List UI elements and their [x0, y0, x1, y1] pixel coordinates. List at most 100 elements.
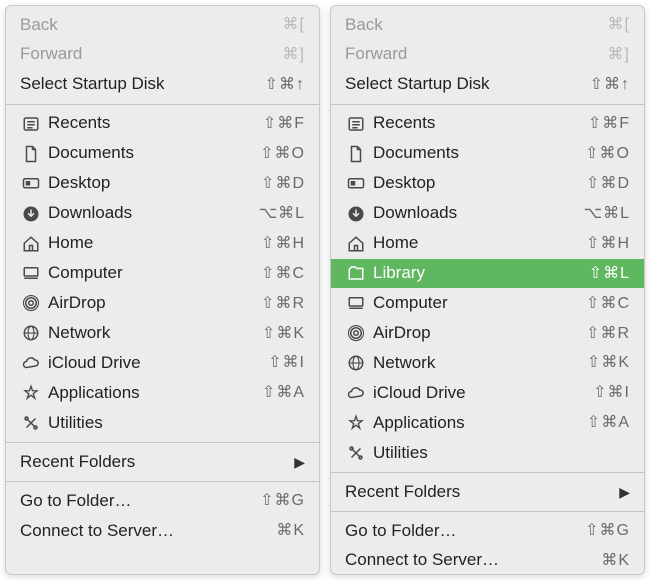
menu-item-airdrop[interactable]: AirDrop⇧⌘R: [331, 318, 644, 348]
menu-separator: [331, 511, 644, 512]
menu-item-label: iCloud Drive: [48, 352, 268, 375]
downloads-icon: [20, 205, 42, 223]
menu-item-shortcut: ⇧⌘↑: [590, 74, 630, 96]
menu-item-label: Select Startup Disk: [345, 73, 590, 96]
menu-item-forward: Forward⌘]: [331, 40, 644, 70]
menu-item-connect[interactable]: Connect to Server…⌘K: [6, 516, 319, 546]
menu-item-icloud[interactable]: iCloud Drive⇧⌘I: [331, 378, 644, 408]
menu-separator: [6, 481, 319, 482]
menu-item-label: Utilities: [48, 412, 305, 435]
menu-item-shortcut: ⇧⌘C: [261, 263, 305, 285]
applications-icon: [20, 384, 42, 402]
desktop-icon: [345, 175, 367, 193]
menu-item-home[interactable]: Home⇧⌘H: [6, 229, 319, 259]
menu-item-utilities[interactable]: Utilities: [6, 408, 319, 438]
library-icon: [345, 264, 367, 282]
menu-item-shortcut: ⌘K: [276, 520, 305, 542]
go-menu-left: Back⌘[Forward⌘]Select Startup Disk⇧⌘↑Rec…: [5, 5, 320, 575]
menu-item-label: AirDrop: [48, 292, 261, 315]
menu-item-shortcut: ⇧⌘F: [588, 113, 630, 135]
menu-item-icloud[interactable]: iCloud Drive⇧⌘I: [6, 348, 319, 378]
menu-item-downloads[interactable]: Downloads⌥⌘L: [331, 199, 644, 229]
menu-item-shortcut: ⇧⌘A: [587, 412, 630, 434]
menu-item-home[interactable]: Home⇧⌘H: [331, 229, 644, 259]
menu-item-label: Applications: [373, 412, 587, 435]
menu-separator: [6, 104, 319, 105]
menu-item-network[interactable]: Network⇧⌘K: [331, 348, 644, 378]
menu-item-shortcut: ⌘]: [608, 44, 630, 66]
menu-item-documents[interactable]: Documents⇧⌘O: [331, 139, 644, 169]
menu-item-shortcut: ⇧⌘G: [260, 490, 305, 512]
menu-item-label: Documents: [48, 142, 260, 165]
menu-item-shortcut: ⇧⌘L: [589, 263, 630, 285]
menu-item-recents[interactable]: Recents⇧⌘F: [331, 109, 644, 139]
menu-item-connect[interactable]: Connect to Server…⌘K: [331, 546, 644, 576]
documents-icon: [345, 145, 367, 163]
menu-item-computer[interactable]: Computer⇧⌘C: [331, 288, 644, 318]
menu-item-label: iCloud Drive: [373, 382, 593, 405]
menu-item-label: Utilities: [373, 442, 630, 465]
menu-item-select-startup[interactable]: Select Startup Disk⇧⌘↑: [6, 70, 319, 100]
menu-item-downloads[interactable]: Downloads⌥⌘L: [6, 199, 319, 229]
menu-item-applications[interactable]: Applications⇧⌘A: [6, 378, 319, 408]
menu-separator: [331, 472, 644, 473]
computer-icon: [345, 294, 367, 312]
menu-item-desktop[interactable]: Desktop⇧⌘D: [331, 169, 644, 199]
menu-item-label: Go to Folder…: [20, 490, 260, 513]
menu-item-label: Network: [373, 352, 587, 375]
menu-item-documents[interactable]: Documents⇧⌘O: [6, 139, 319, 169]
menu-item-computer[interactable]: Computer⇧⌘C: [6, 259, 319, 289]
menu-item-utilities[interactable]: Utilities: [331, 438, 644, 468]
menu-item-label: Desktop: [373, 172, 586, 195]
menu-item-shortcut: ⇧⌘↑: [265, 74, 305, 96]
submenu-arrow-icon: ▶: [619, 483, 630, 502]
menu-item-shortcut: ⇧⌘O: [260, 143, 305, 165]
icloud-icon: [20, 354, 42, 372]
menu-item-shortcut: ⌥⌘L: [259, 203, 305, 225]
menu-item-airdrop[interactable]: AirDrop⇧⌘R: [6, 288, 319, 318]
menu-item-label: Applications: [48, 382, 262, 405]
menu-item-applications[interactable]: Applications⇧⌘A: [331, 408, 644, 438]
menu-item-shortcut: ⇧⌘I: [268, 352, 305, 374]
menu-item-shortcut: ⌘[: [283, 14, 305, 36]
menu-item-label: Forward: [345, 43, 608, 66]
home-icon: [345, 235, 367, 253]
utilities-icon: [20, 414, 42, 432]
airdrop-icon: [20, 294, 42, 312]
menu-item-recent-folders[interactable]: Recent Folders▶: [331, 477, 644, 507]
desktop-icon: [20, 175, 42, 193]
menu-item-forward: Forward⌘]: [6, 40, 319, 70]
menu-item-desktop[interactable]: Desktop⇧⌘D: [6, 169, 319, 199]
menu-item-shortcut: ⇧⌘R: [261, 293, 305, 315]
menu-item-label: Home: [48, 232, 261, 255]
menu-item-label: Recent Folders: [345, 481, 619, 504]
menu-item-shortcut: ⇧⌘K: [262, 323, 305, 345]
menu-separator: [6, 442, 319, 443]
icloud-icon: [345, 384, 367, 402]
menu-item-select-startup[interactable]: Select Startup Disk⇧⌘↑: [331, 70, 644, 100]
downloads-icon: [345, 205, 367, 223]
menu-item-label: Home: [373, 232, 586, 255]
menu-item-network[interactable]: Network⇧⌘K: [6, 318, 319, 348]
menu-item-label: Go to Folder…: [345, 520, 585, 543]
menu-separator: [331, 104, 644, 105]
menu-item-label: Downloads: [48, 202, 259, 225]
menu-item-shortcut: ⇧⌘I: [593, 382, 630, 404]
computer-icon: [20, 264, 42, 282]
menu-item-shortcut: ⇧⌘F: [263, 113, 305, 135]
recents-icon: [345, 115, 367, 133]
menu-item-shortcut: ⇧⌘R: [586, 323, 630, 345]
documents-icon: [20, 145, 42, 163]
menu-item-shortcut: ⇧⌘K: [587, 352, 630, 374]
home-icon: [20, 235, 42, 253]
menu-item-goto[interactable]: Go to Folder…⇧⌘G: [331, 516, 644, 546]
menu-item-label: Library: [373, 262, 589, 285]
menu-item-label: Back: [345, 14, 608, 37]
submenu-arrow-icon: ▶: [294, 453, 305, 472]
menu-item-shortcut: ⇧⌘D: [261, 173, 305, 195]
menu-item-recents[interactable]: Recents⇧⌘F: [6, 109, 319, 139]
menu-item-recent-folders[interactable]: Recent Folders▶: [6, 447, 319, 477]
menu-item-library[interactable]: Library⇧⌘L: [331, 259, 644, 289]
menu-item-goto[interactable]: Go to Folder…⇧⌘G: [6, 486, 319, 516]
menu-item-shortcut: ⇧⌘O: [585, 143, 630, 165]
